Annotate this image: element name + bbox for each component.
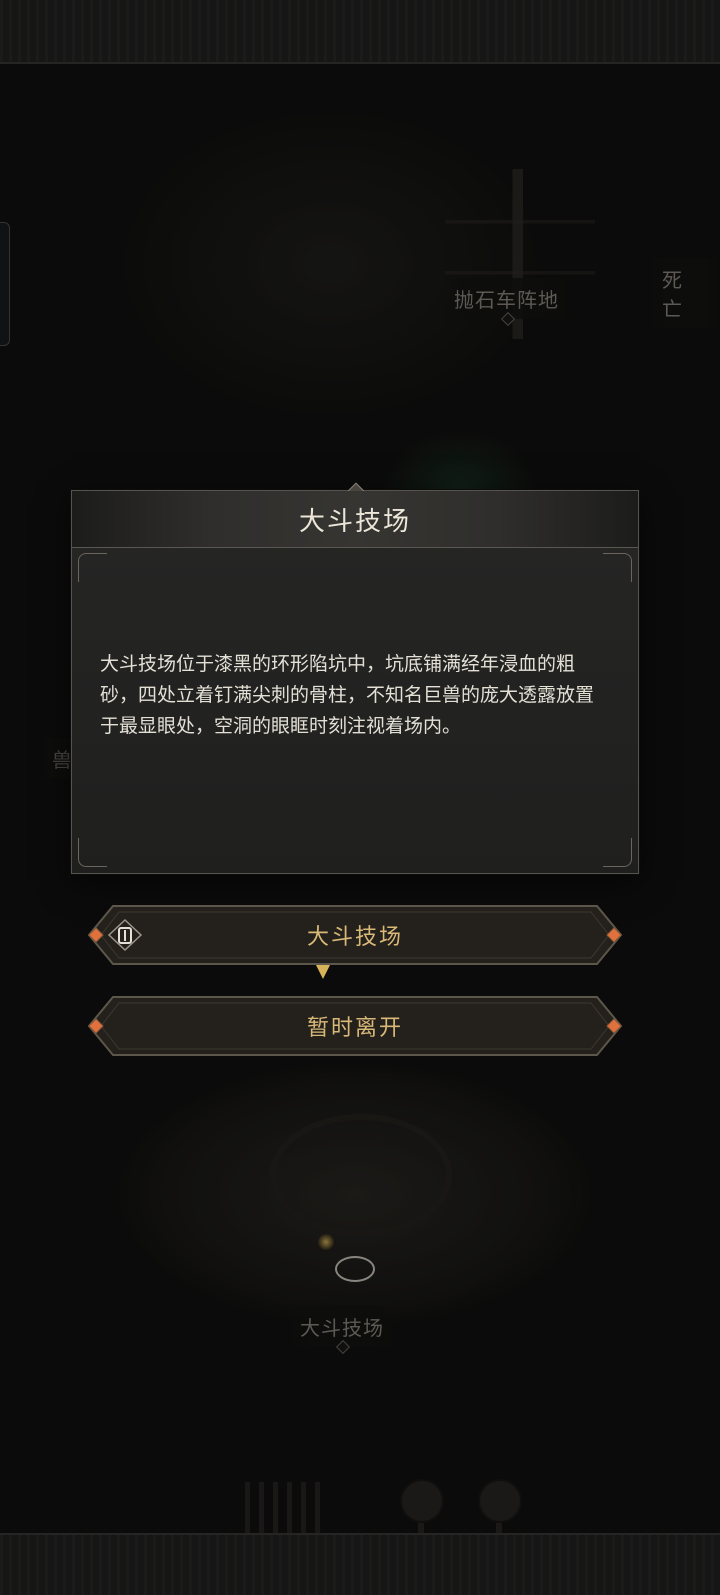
enter-arena-label: 大斗技场 xyxy=(306,925,403,950)
location-description: 大斗技场位于漆黑的环形陷坑中，坑底铺满经年浸血的粗砂，四处立着钉满尖刺的骨柱，不… xyxy=(100,653,595,737)
dialog-title: 大斗技场 xyxy=(298,506,411,537)
corner-ornament xyxy=(603,553,632,582)
lantern-icon xyxy=(107,918,143,952)
leave-label: 暂时离开 xyxy=(306,1016,403,1041)
leave-button[interactable]: 暂时离开 xyxy=(77,995,633,1057)
selection-arrow-icon xyxy=(316,965,330,979)
location-info-dialog: 大斗技场 大斗技场位于漆黑的环形陷坑中，坑底铺满经年浸血的粗砂，四处立着钉满尖刺… xyxy=(71,482,639,874)
corner-ornament xyxy=(603,838,632,867)
corner-ornament xyxy=(78,553,107,582)
corner-ornament xyxy=(78,838,107,867)
enter-arena-button[interactable]: 大斗技场 xyxy=(77,904,633,966)
dialog-header: 大斗技场 xyxy=(72,491,638,548)
